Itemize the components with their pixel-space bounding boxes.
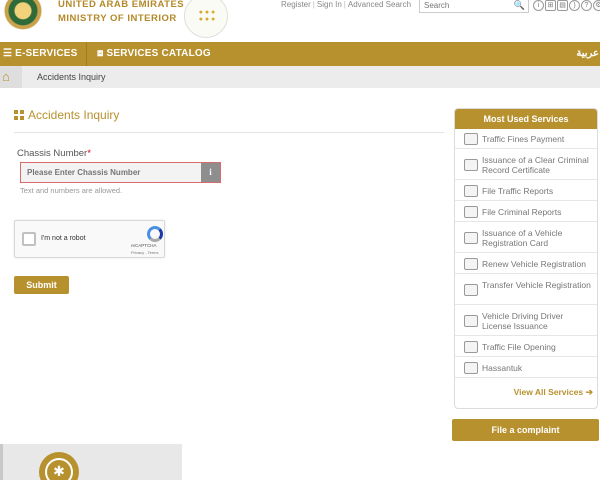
service-item[interactable]: Traffic Fines Payment bbox=[455, 129, 597, 149]
main-navbar: ☰ E-SERVICES ⧈ SERVICES CATALOG عربية bbox=[0, 42, 600, 66]
service-item-label: File Traffic Reports bbox=[482, 186, 554, 196]
sign-in-link[interactable]: Sign In bbox=[317, 0, 342, 9]
accessibility-person-icon: ✱ bbox=[45, 458, 73, 480]
home-icon: ⌂ bbox=[2, 69, 10, 84]
chassis-hint: Text and numbers are allowed. bbox=[20, 186, 123, 195]
chassis-label: Chassis Number* bbox=[17, 148, 91, 159]
certificate-icon bbox=[464, 159, 478, 171]
service-item[interactable]: Renew Vehicle Registration bbox=[455, 253, 597, 274]
search-icon[interactable]: 🔍 bbox=[514, 0, 525, 11]
accessibility-panel: ✱ bbox=[0, 444, 182, 480]
service-item[interactable]: Issuance of a Clear Criminal Record Cert… bbox=[455, 149, 597, 180]
nav-services-catalog[interactable]: ⧈ SERVICES CATALOG bbox=[97, 42, 211, 66]
transfer-vehicle-icon bbox=[464, 284, 478, 296]
car-fine-icon bbox=[464, 133, 478, 145]
service-item-label: Vehicle Driving Driver License Issuance bbox=[482, 311, 564, 331]
nav-eservices-label: E-SERVICES bbox=[15, 48, 78, 59]
recaptcha-terms-link[interactable]: Privacy - Terms bbox=[131, 250, 158, 255]
chassis-info-button[interactable]: i bbox=[201, 162, 221, 183]
brand-title[interactable]: UNITED ARAB EMIRATES MINISTRY OF INTERIO… bbox=[58, 0, 184, 26]
service-item-label: File Criminal Reports bbox=[482, 207, 562, 217]
traffic-file-icon bbox=[464, 341, 478, 353]
search-box: 🔍 bbox=[419, 0, 529, 13]
services-list: Traffic Fines Payment Issuance of a Clear… bbox=[455, 129, 597, 378]
chassis-number-input[interactable] bbox=[20, 162, 202, 183]
criminal-report-icon bbox=[464, 206, 478, 218]
settings-icon[interactable]: ⚙ bbox=[593, 0, 600, 11]
service-item-label: Transfer Vehicle Registration bbox=[482, 280, 591, 290]
brand-line-1: UNITED ARAB EMIRATES bbox=[58, 0, 185, 10]
service-item[interactable]: Vehicle Driving Driver License Issuance bbox=[455, 305, 597, 336]
page-title-text: Accidents Inquiry bbox=[28, 108, 120, 122]
recaptcha-logo-icon bbox=[147, 226, 163, 242]
ministry-seal-logo: ● ● ● ● ● ● bbox=[184, 0, 228, 38]
most-used-services-panel: Most Used Services Traffic Fines Payment… bbox=[454, 108, 598, 409]
required-asterisk: * bbox=[87, 148, 91, 159]
submit-button[interactable]: Submit bbox=[14, 276, 69, 294]
cubes-icon: ⧈ bbox=[97, 48, 104, 59]
service-item-label: Issuance of a Vehicle Registration Card bbox=[482, 228, 563, 248]
file-complaint-button[interactable]: File a complaint bbox=[452, 419, 599, 441]
advanced-search-link[interactable]: Advanced Search bbox=[348, 0, 411, 9]
hassantuk-icon bbox=[464, 362, 478, 374]
service-item[interactable]: Transfer Vehicle Registration bbox=[455, 274, 597, 305]
service-item[interactable]: File Criminal Reports bbox=[455, 201, 597, 222]
arrow-right-icon: ➔ bbox=[585, 387, 593, 397]
home-link[interactable]: ⌂ bbox=[0, 66, 22, 88]
print-icon[interactable]: ▤ bbox=[557, 0, 568, 11]
service-item[interactable]: File Traffic Reports bbox=[455, 180, 597, 201]
view-all-services-link[interactable]: View All Services ➔ bbox=[455, 387, 593, 398]
search-input[interactable] bbox=[420, 0, 512, 12]
breadcrumb: ⌂ Accidents Inquiry bbox=[0, 66, 600, 88]
rss-icon[interactable]: ) bbox=[569, 0, 580, 11]
accessibility-tools: i ⊞ ▤)? ⚙ bbox=[533, 0, 600, 11]
link-separator: | bbox=[343, 0, 346, 9]
register-link[interactable]: Register bbox=[281, 0, 311, 9]
service-item-label: Traffic File Opening bbox=[482, 342, 556, 352]
service-item-label: Traffic Fines Payment bbox=[482, 134, 565, 144]
service-item[interactable]: Issuance of a Vehicle Registration Card bbox=[455, 222, 597, 253]
nav-eservices[interactable]: ☰ E-SERVICES bbox=[3, 42, 78, 66]
breadcrumb-current: Accidents Inquiry bbox=[37, 72, 106, 82]
language-switch[interactable]: عربية bbox=[576, 42, 599, 66]
renew-vehicle-icon bbox=[464, 258, 478, 270]
accessibility-button[interactable]: ✱ bbox=[39, 452, 79, 480]
brand-line-2: MINISTRY OF INTERIOR bbox=[58, 13, 177, 24]
site-header: UNITED ARAB EMIRATES MINISTRY OF INTERIO… bbox=[0, 0, 600, 42]
service-item-label: Renew Vehicle Registration bbox=[482, 259, 586, 269]
service-item-label: Issuance of a Clear Criminal Record Cert… bbox=[482, 155, 589, 175]
grid-icon bbox=[14, 110, 24, 120]
car-report-icon bbox=[464, 185, 478, 197]
chassis-label-text: Chassis Number bbox=[17, 148, 88, 159]
recaptcha-brand: reCAPTCHA bbox=[131, 243, 157, 248]
page-title: Accidents Inquiry bbox=[14, 108, 119, 122]
driver-license-icon bbox=[464, 315, 478, 327]
sidebar-title: Most Used Services bbox=[455, 109, 597, 129]
help-icon[interactable]: ? bbox=[581, 0, 592, 11]
service-item[interactable]: Hassantuk bbox=[455, 357, 597, 378]
view-all-label: View All Services bbox=[513, 387, 584, 397]
nav-catalog-label: SERVICES CATALOG bbox=[106, 48, 211, 59]
uae-emblem-logo[interactable] bbox=[2, 0, 44, 36]
top-links: Register | Sign In | Advanced Search bbox=[281, 0, 411, 9]
recaptcha-widget: I'm not a robot reCAPTCHA Privacy - Term… bbox=[14, 220, 165, 258]
info-icon[interactable]: i bbox=[533, 0, 544, 11]
recaptcha-label: I'm not a robot bbox=[41, 235, 86, 242]
registration-card-icon bbox=[464, 232, 478, 244]
menu-icon: ☰ bbox=[3, 48, 13, 59]
link-separator: | bbox=[312, 0, 315, 9]
recaptcha-checkbox[interactable] bbox=[22, 232, 36, 246]
service-item-label: Hassantuk bbox=[482, 363, 523, 373]
service-item[interactable]: Traffic File Opening bbox=[455, 336, 597, 357]
nav-divider bbox=[86, 42, 87, 66]
seal-stars-icon: ● ● ● ● ● ● bbox=[198, 9, 216, 23]
sitemap-icon[interactable]: ⊞ bbox=[545, 0, 556, 11]
title-divider bbox=[14, 132, 444, 133]
